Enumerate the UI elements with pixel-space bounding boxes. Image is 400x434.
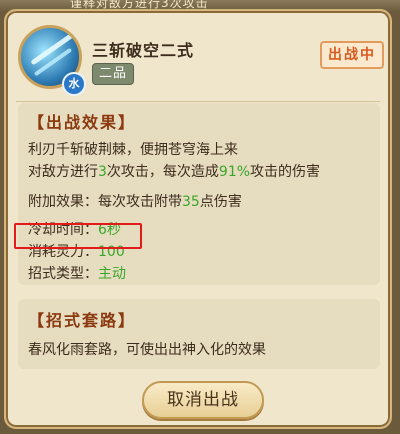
text: 次攻击，每次造成 (106, 164, 219, 180)
extra-effect-line: 附加效果：每次攻击附带35点伤害 (28, 191, 242, 211)
effect-damage-line: 对敌方进行3次攻击，每次造成91%攻击的伤害 (28, 161, 320, 181)
text: 对敌方进行 (28, 164, 98, 180)
skill-name: 三斩破空二式 (92, 41, 195, 60)
section-title: 【出战效果】 (28, 113, 137, 132)
effect-description: 利刃千斩破荆棘，便拥苍穹海上来 (28, 142, 238, 158)
slash-icon (33, 47, 73, 77)
divider (16, 101, 380, 102)
status-badge: 出战中 (320, 41, 384, 69)
hit-count: 3 (98, 164, 107, 180)
section-title: 【招式套路】 (28, 311, 137, 330)
text: 点伤害 (199, 194, 242, 210)
water-element-icon: 水 (62, 72, 86, 96)
skill-type-value: 主动 (98, 266, 126, 282)
skill-type-line: 招式类型：主动 (28, 263, 126, 283)
text: 攻击的伤害 (250, 164, 321, 180)
text: 附加效果：每次攻击附带 (28, 194, 182, 210)
battle-effect-section: 【出战效果】 利刃千斩破荆棘，便拥苍穹海上来 对敌方进行3次攻击，每次造成91%… (18, 103, 380, 285)
cancel-battle-button[interactable]: 取消出战 (142, 381, 264, 419)
damage-percent: 91% (218, 164, 251, 180)
callout-highlight (14, 223, 142, 249)
skill-header: 水 三斩破空二式 二品 出战中 (12, 17, 384, 97)
combo-description: 春风化雨套路，可使出出神入化的效果 (28, 342, 266, 358)
combo-section: 【招式套路】 春风化雨套路，可使出出神入化的效果 (18, 299, 380, 369)
label: 招式类型： (28, 266, 98, 282)
grade-badge: 二品 (92, 63, 135, 85)
skill-detail-panel: 水 三斩破空二式 二品 出战中 【出战效果】 利刃千斩破荆棘，便拥苍穹海上来 对… (4, 9, 392, 429)
extra-damage: 35 (182, 194, 200, 210)
